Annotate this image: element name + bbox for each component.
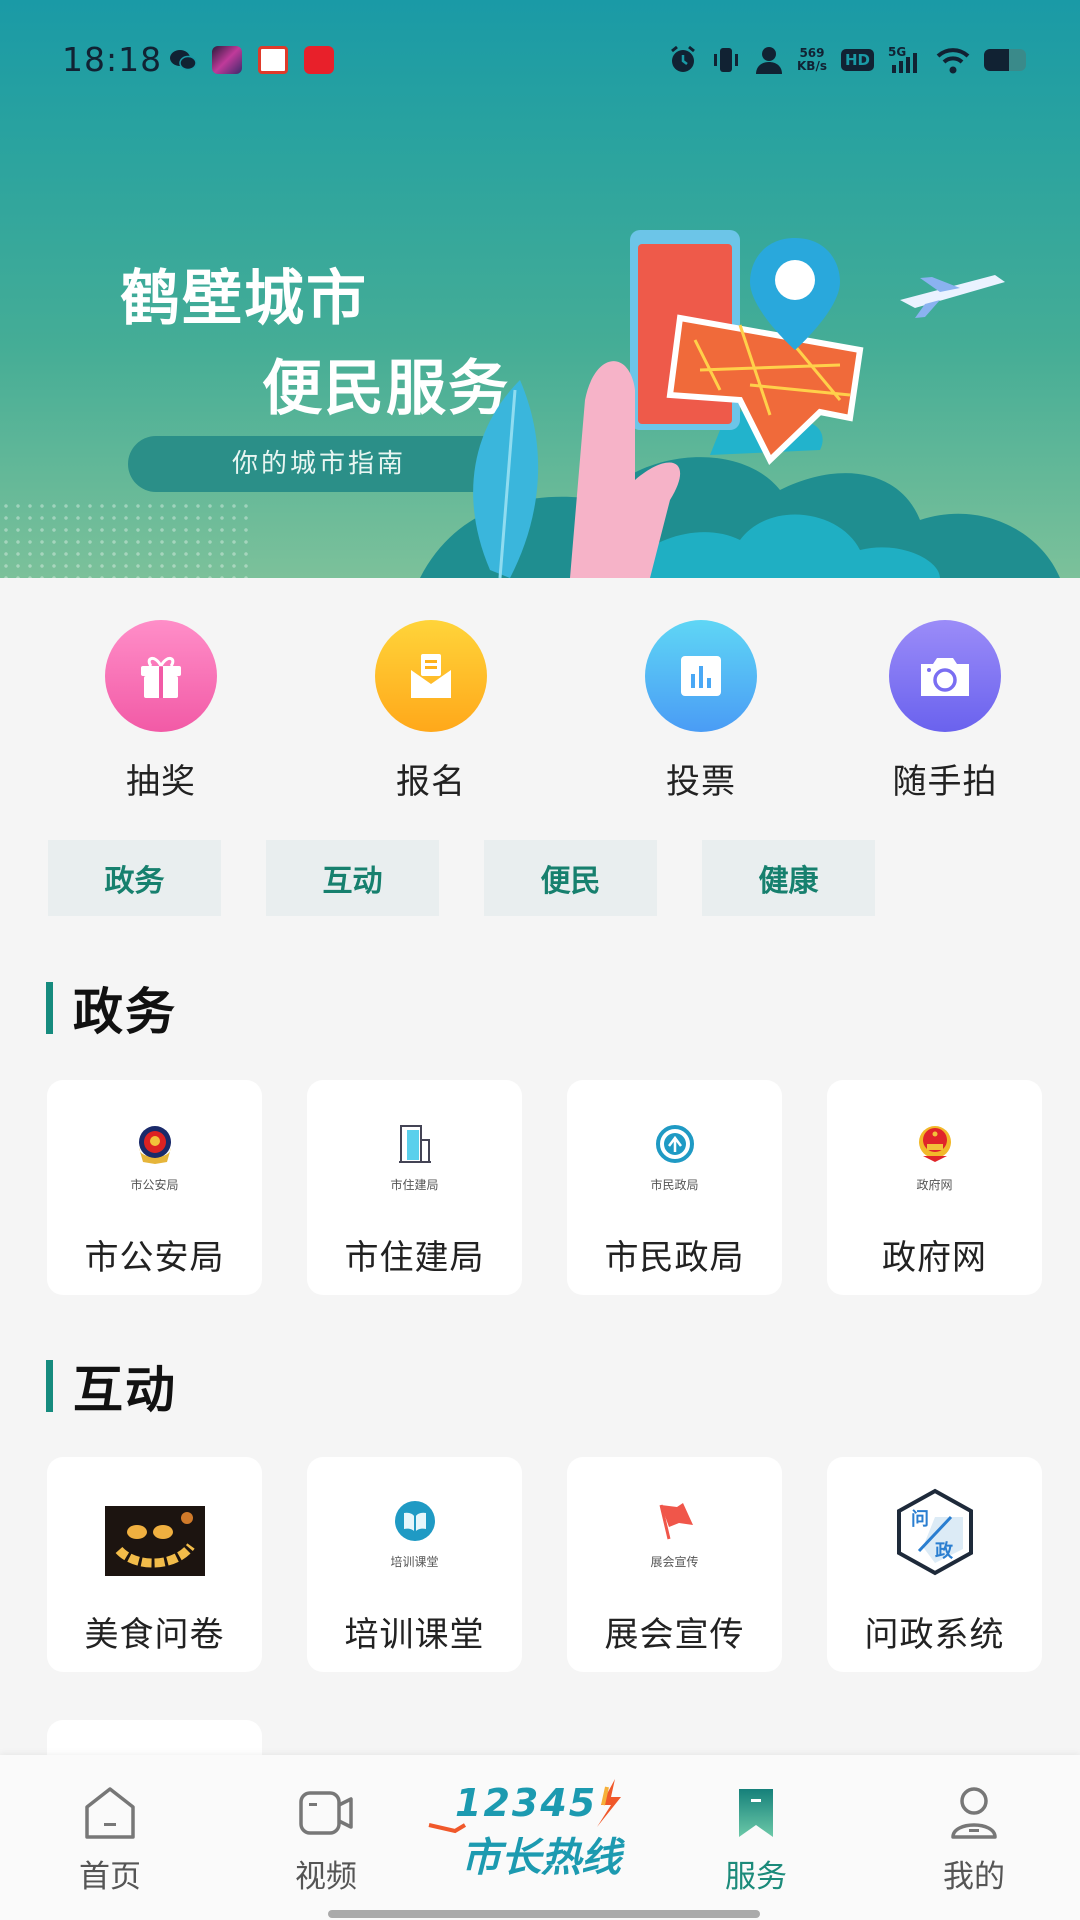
nav-video[interactable]: 视频	[266, 1785, 386, 1896]
hotline-text: 市长热线	[461, 1835, 621, 1881]
mayor-hotline-button[interactable]: 12345 市长热线	[425, 1775, 665, 1885]
category-tab-health[interactable]: 健康	[702, 840, 875, 916]
envelope-form-icon	[411, 654, 451, 698]
interaction-services-grid: 美食问卷 培训课堂 培训课堂 展会宣传 展会宣传 问政 问政系统	[47, 1457, 1042, 1672]
section-accent-bar	[46, 982, 53, 1034]
service-card-gov-website[interactable]: 政府网 政府网	[827, 1080, 1042, 1295]
app-notification-icon	[212, 46, 242, 74]
bookmark-icon	[739, 1789, 773, 1837]
wifi-icon	[936, 48, 970, 74]
quick-action-label: 投票	[666, 762, 736, 802]
section-title: 互动	[73, 1360, 177, 1419]
quick-action-vote[interactable]: 投票	[566, 620, 836, 820]
app-notification-icon	[258, 46, 288, 74]
gift-icon	[141, 657, 181, 698]
quick-action-icon-bg	[645, 620, 757, 732]
wenzheng-hexagon-icon: 问政	[896, 1488, 973, 1576]
bottom-nav: 首页 视频 12345 市长热线 服务 我的	[0, 1755, 1080, 1920]
service-label: 展会宣传	[604, 1615, 745, 1655]
quick-action-label: 报名	[396, 762, 466, 802]
quick-action-snapshot[interactable]: 随手拍	[810, 620, 1080, 820]
nav-services[interactable]: 服务	[696, 1785, 816, 1896]
svg-text:5G: 5G	[888, 45, 906, 59]
quick-action-signup[interactable]: 报名	[296, 620, 566, 820]
home-icon	[85, 1787, 135, 1839]
banner[interactable]: 18:18 569 KB/s HD 5G 鹤壁城市 便民服务 你的城市指南	[0, 0, 1080, 578]
service-label: 培训课堂	[344, 1615, 485, 1655]
quick-action-icon-bg	[375, 620, 487, 732]
nav-label: 首页	[79, 1859, 141, 1895]
category-tab-government[interactable]: 政务	[48, 840, 221, 916]
service-logo-caption: 市住建局	[390, 1178, 439, 1192]
banner-dot-pattern	[0, 500, 250, 578]
banner-title-line1: 鹤壁城市	[120, 264, 368, 334]
wenzheng-badge-top: 问	[911, 1509, 929, 1530]
service-card-civil-affairs[interactable]: 市民政局 市民政局	[567, 1080, 782, 1295]
status-time: 18:18	[62, 40, 163, 79]
book-icon	[394, 1501, 435, 1541]
service-card-food-survey[interactable]: 美食问卷	[47, 1457, 262, 1672]
app-notification-icon	[304, 46, 334, 74]
banner-illustration	[420, 230, 1060, 578]
wechat-icon	[170, 50, 197, 71]
video-camera-icon	[299, 1791, 353, 1835]
category-tabs: 政务 互动 便民 健康	[48, 840, 875, 916]
police-badge-icon	[138, 1126, 171, 1164]
nav-profile[interactable]: 我的	[914, 1785, 1034, 1896]
service-card-training[interactable]: 培训课堂 培训课堂	[307, 1457, 522, 1672]
bar-chart-icon	[681, 656, 721, 696]
nav-label: 我的	[943, 1859, 1005, 1895]
quick-action-lottery[interactable]: 抽奖	[26, 620, 296, 820]
service-label: 政府网	[882, 1238, 987, 1278]
service-card-housing[interactable]: 市住建局 市住建局	[307, 1080, 522, 1295]
service-logo-caption: 市公安局	[130, 1178, 179, 1192]
building-icon	[398, 1125, 431, 1163]
user-icon	[951, 1787, 997, 1839]
civil-affairs-emblem-icon	[655, 1125, 694, 1163]
service-label: 市公安局	[84, 1238, 225, 1278]
nav-label: 视频	[295, 1859, 357, 1895]
quick-action-icon-bg	[105, 620, 217, 732]
status-bar: 18:18 569 KB/s HD 5G	[0, 0, 1080, 120]
camera-icon	[921, 658, 969, 696]
vibrate-icon	[714, 48, 738, 72]
nav-label: 服务	[725, 1859, 787, 1895]
signal-icon: 5G	[888, 45, 917, 73]
service-label: 问政系统	[864, 1615, 1005, 1655]
hd-icon: HD	[840, 49, 874, 71]
section-title: 政务	[73, 982, 177, 1041]
government-services-grid: 市公安局 市公安局 市住建局 市住建局 市民政局 市民政局 政府网 政府网	[47, 1080, 1042, 1295]
food-photo-icon	[104, 1506, 205, 1576]
service-logo-caption: 市民政局	[650, 1178, 699, 1192]
quick-action-icon-bg	[889, 620, 1001, 732]
national-emblem-icon	[918, 1126, 951, 1162]
service-label: 市民政局	[604, 1238, 745, 1278]
hotline-number: 12345	[455, 1781, 598, 1825]
quick-actions: 抽奖 报名 投票 随手拍	[0, 620, 1080, 820]
service-label: 美食问卷	[84, 1615, 225, 1655]
network-speed: 569 KB/s	[797, 46, 827, 73]
section-accent-bar	[46, 1360, 53, 1412]
status-icons: 569 KB/s HD 5G	[669, 42, 1026, 78]
quick-action-label: 随手拍	[892, 762, 998, 802]
home-indicator[interactable]	[328, 1910, 760, 1918]
service-card-wenzheng[interactable]: 问政 问政系统	[827, 1457, 1042, 1672]
service-card-exhibition[interactable]: 展会宣传 展会宣传	[567, 1457, 782, 1672]
wenzheng-badge-bottom: 政	[935, 1540, 954, 1562]
section-header-interaction: 互动	[46, 1350, 177, 1422]
section-header-government: 政务	[46, 972, 177, 1044]
service-logo-caption: 展会宣传	[650, 1555, 699, 1569]
service-logo-caption: 培训课堂	[390, 1555, 439, 1569]
category-tab-convenience[interactable]: 便民	[484, 840, 657, 916]
nav-home[interactable]: 首页	[50, 1785, 170, 1896]
service-logo-caption: 政府网	[916, 1178, 953, 1192]
person-icon	[756, 47, 782, 74]
battery-icon	[984, 49, 1026, 71]
category-tab-interaction[interactable]: 互动	[266, 840, 439, 916]
quick-action-label: 抽奖	[126, 762, 196, 802]
alarm-icon	[671, 45, 695, 72]
flag-icon	[659, 1503, 693, 1540]
service-card-police[interactable]: 市公安局 市公安局	[47, 1080, 262, 1295]
service-label: 市住建局	[344, 1238, 485, 1278]
